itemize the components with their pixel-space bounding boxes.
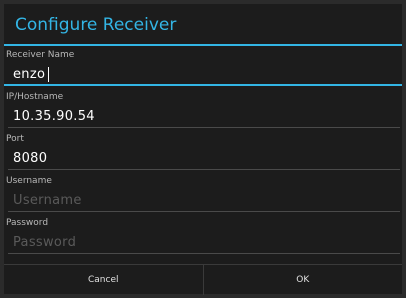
port-field: Port <box>4 131 402 173</box>
username-input[interactable] <box>8 190 400 212</box>
receiver-name-field: Receiver Name <box>4 47 402 89</box>
port-input[interactable] <box>8 148 400 170</box>
password-field: Password <box>4 215 402 257</box>
receiver-form: Receiver Name IP/Hostname Port Username … <box>4 47 402 257</box>
ip-hostname-field: IP/Hostname <box>4 89 402 131</box>
password-input[interactable] <box>8 232 400 254</box>
port-label: Port <box>6 134 24 144</box>
dialog-title: Configure Receiver <box>15 15 177 35</box>
username-label: Username <box>6 176 52 186</box>
ok-button[interactable]: OK <box>202 265 403 295</box>
password-label: Password <box>6 218 49 228</box>
username-field: Username <box>4 173 402 215</box>
configure-receiver-dialog: Configure Receiver Receiver Name IP/Host… <box>4 4 402 295</box>
receiver-name-input[interactable] <box>4 64 402 86</box>
dialog-title-bar: Configure Receiver <box>4 4 402 46</box>
dialog-button-bar: Cancel OK <box>4 264 402 295</box>
ip-hostname-label: IP/Hostname <box>6 92 64 102</box>
receiver-name-label: Receiver Name <box>6 50 75 60</box>
cancel-button[interactable]: Cancel <box>4 265 203 295</box>
ip-hostname-input[interactable] <box>8 106 400 128</box>
text-cursor <box>48 67 49 82</box>
